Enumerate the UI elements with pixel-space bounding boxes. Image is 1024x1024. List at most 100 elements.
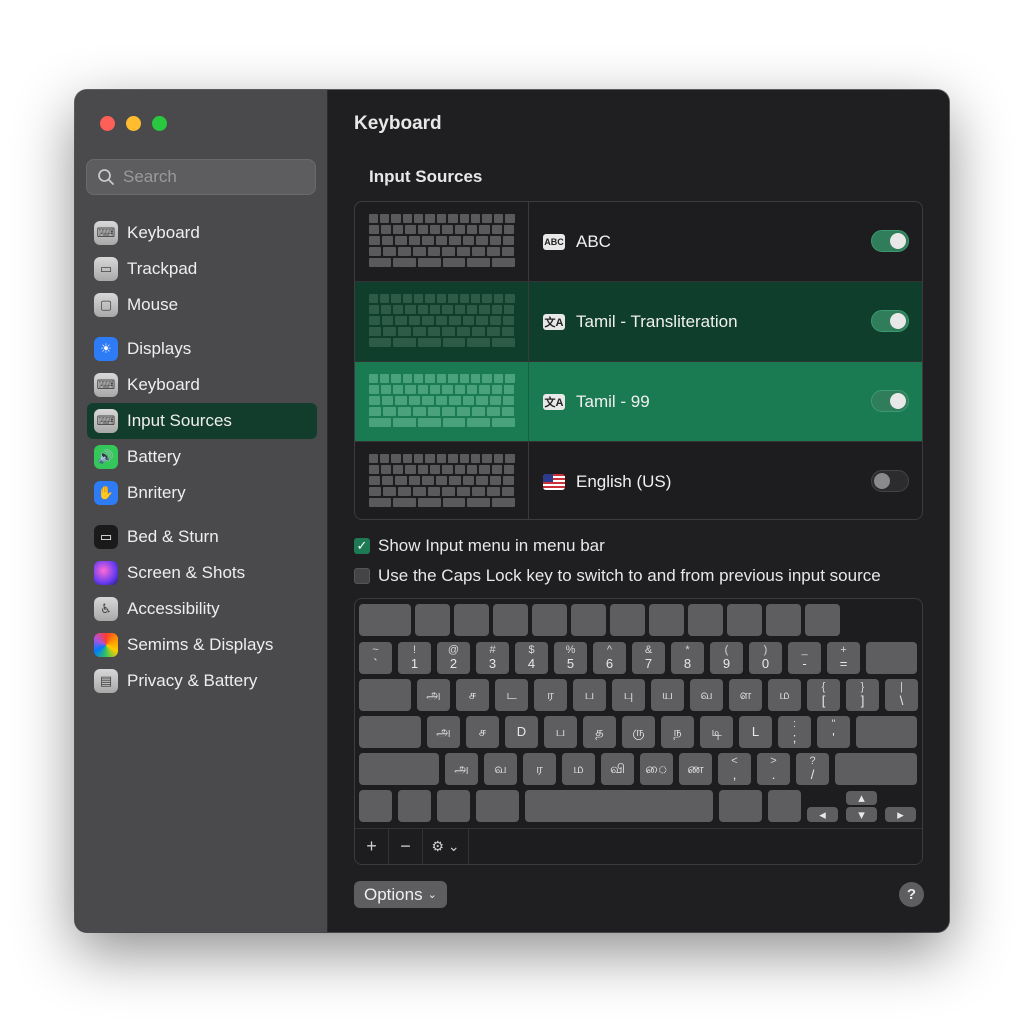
input-source-toggle[interactable] (871, 390, 909, 412)
keyboard-key[interactable]: ர (534, 679, 567, 711)
right-arrow-key[interactable]: ▸ (885, 807, 916, 822)
caps-lock-checkbox[interactable] (354, 568, 370, 584)
keyboard-key[interactable]: டி (700, 716, 733, 748)
keyboard-key[interactable]: L (739, 716, 772, 748)
function-key[interactable] (766, 604, 801, 636)
command-key[interactable] (476, 790, 519, 822)
input-source-toggle[interactable] (871, 310, 909, 332)
keyboard-key[interactable]: ! 1 (398, 642, 431, 674)
keyboard-key[interactable]: த (583, 716, 616, 748)
keyboard-key[interactable]: ம (562, 753, 595, 785)
keyboard-key[interactable]: @2 (437, 642, 470, 674)
left-arrow-key[interactable]: ◂ (807, 807, 838, 822)
keyboard-key[interactable]: ச (456, 679, 489, 711)
keyboard-key[interactable]: ட (495, 679, 528, 711)
keyboard-key[interactable]: ? / (796, 753, 829, 785)
keyboard-key[interactable]: + = (827, 642, 860, 674)
keyboard-key[interactable]: (9 (710, 642, 743, 674)
keyboard-key[interactable]: $4 (515, 642, 548, 674)
input-source-row[interactable]: 文A Tamil - Transliteration (355, 282, 922, 362)
option-key[interactable] (437, 790, 470, 822)
keyboard-key[interactable]: :; (778, 716, 811, 748)
search-field[interactable] (86, 159, 316, 195)
space-bar[interactable] (525, 790, 713, 822)
keyboard-key[interactable]: % 5 (554, 642, 587, 674)
sidebar-item-mouse[interactable]: ▢ Mouse (87, 287, 317, 323)
sidebar-item-battery[interactable]: 🔊 Battery (87, 439, 317, 475)
keyboard-key[interactable]: D (505, 716, 538, 748)
input-source-toggle[interactable] (871, 230, 909, 252)
caps-lock-row[interactable]: Use the Caps Lock key to switch to and f… (354, 566, 881, 586)
sidebar-item-privacy-battery[interactable]: ▤ Privacy & Battery (87, 663, 317, 699)
keyboard-key[interactable]: வி (601, 753, 634, 785)
show-input-menu-row[interactable]: ✓ Show Input menu in menu bar (354, 536, 605, 556)
function-key[interactable] (727, 604, 762, 636)
function-key[interactable] (359, 604, 411, 636)
keyboard-key[interactable]: * 8 (671, 642, 704, 674)
keyboard-key[interactable]: ை (640, 753, 673, 785)
sidebar-item-keyboard[interactable]: ⌨ Keyboard (87, 367, 317, 403)
sidebar-item-bnritery[interactable]: ✋ Bnritery (87, 475, 317, 511)
keyboard-key[interactable]: ப (544, 716, 577, 748)
function-key[interactable] (571, 604, 606, 636)
option-key[interactable] (768, 790, 801, 822)
keyboard-key[interactable]: & 7 (632, 642, 665, 674)
keyboard-key[interactable]: _ - (788, 642, 821, 674)
keyboard-key[interactable]: " ' (817, 716, 850, 748)
keyboard-key[interactable]: | \ (885, 679, 918, 711)
remove-source-button[interactable]: − (389, 829, 423, 864)
keyboard-key[interactable]: ப (573, 679, 606, 711)
minimize-button[interactable] (126, 116, 141, 131)
keyboard-key[interactable]: ரு (622, 716, 655, 748)
keyboard-key[interactable]: ய (651, 679, 684, 711)
keyboard-key[interactable]: }] (846, 679, 879, 711)
keyboard-key[interactable]: அ (417, 679, 450, 711)
down-arrow-key[interactable]: ▾ (846, 807, 877, 822)
control-key[interactable] (398, 790, 431, 822)
function-key[interactable] (493, 604, 528, 636)
delete-key[interactable] (866, 642, 917, 674)
sidebar-item-keyboard[interactable]: ⌨ Keyboard (87, 215, 317, 251)
keyboard-key[interactable]: <, (718, 753, 751, 785)
sidebar-item-bed-sturn[interactable]: ▭ Bed & Sturn (87, 519, 317, 555)
right-shift-key[interactable] (835, 753, 917, 785)
input-source-row[interactable]: ABC ABC (355, 202, 922, 282)
function-key[interactable] (610, 604, 645, 636)
keyboard-key[interactable]: >. (757, 753, 790, 785)
command-key[interactable] (719, 790, 762, 822)
gear-icon[interactable]: ⚙ ⌄ (423, 829, 469, 864)
up-arrow-key[interactable]: ▴ (846, 791, 877, 805)
keyboard-key[interactable]: #3 (476, 642, 509, 674)
sidebar-item-displays[interactable]: ☀ Displays (87, 331, 317, 367)
keyboard-key[interactable]: ^ 6 (593, 642, 626, 674)
add-source-button[interactable]: + (355, 829, 389, 864)
keyboard-key[interactable]: ண (679, 753, 712, 785)
function-key[interactable] (415, 604, 450, 636)
keyboard-key[interactable]: வ (690, 679, 723, 711)
tab-key[interactable] (359, 679, 411, 711)
keyboard-key[interactable]: ~ ` (359, 642, 392, 674)
keyboard-key[interactable]: அ (427, 716, 460, 748)
keyboard-key[interactable]: ) 0 (749, 642, 782, 674)
keyboard-key[interactable]: ள (729, 679, 762, 711)
keyboard-key[interactable]: ர (523, 753, 556, 785)
keyboard-key[interactable]: வ (484, 753, 517, 785)
keyboard-key[interactable]: {[ (807, 679, 840, 711)
help-button[interactable]: ? (899, 882, 924, 907)
keyboard-key[interactable]: ச (466, 716, 499, 748)
keyboard-key[interactable]: பு (612, 679, 645, 711)
sidebar-item-screen-shots[interactable]: Screen & Shots (87, 555, 317, 591)
show-input-menu-checkbox[interactable]: ✓ (354, 538, 370, 554)
caps-lock-key[interactable] (359, 716, 421, 748)
sidebar-item-input-sources[interactable]: ⌨ Input Sources (87, 403, 317, 439)
keyboard-key[interactable]: ந (661, 716, 694, 748)
fn-key[interactable] (359, 790, 392, 822)
close-button[interactable] (100, 116, 115, 131)
left-shift-key[interactable] (359, 753, 439, 785)
function-key[interactable] (649, 604, 684, 636)
keyboard-key[interactable]: ம (768, 679, 801, 711)
sidebar-item-accessibility[interactable]: ♿ Accessibility (87, 591, 317, 627)
function-key[interactable] (688, 604, 723, 636)
sidebar-item-trackpad[interactable]: ▭ Trackpad (87, 251, 317, 287)
input-source-toggle[interactable] (871, 470, 909, 492)
